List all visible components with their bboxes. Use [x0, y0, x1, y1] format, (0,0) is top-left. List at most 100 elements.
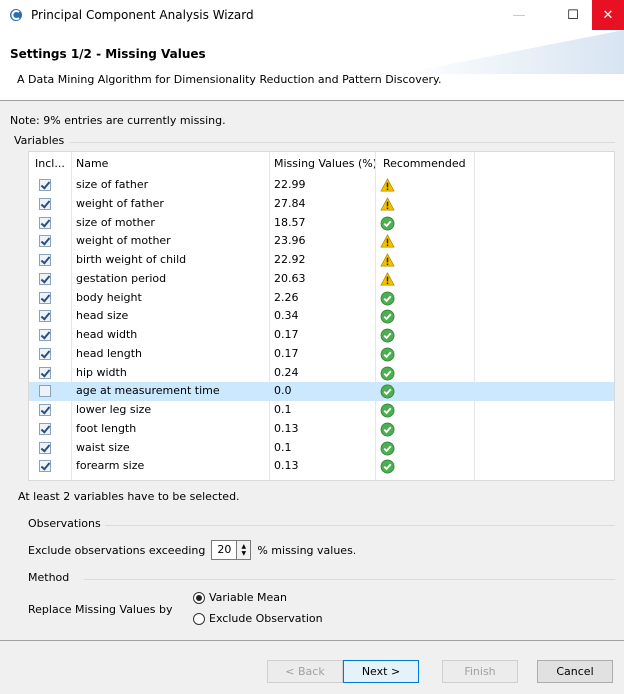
missing-percent: 0.1 [274, 403, 292, 416]
variable-name: size of mother [76, 215, 155, 229]
recommended-cell [378, 214, 418, 233]
radio-exclude-observation[interactable]: Exclude Observation [193, 612, 323, 625]
check-ok-icon [380, 441, 395, 455]
include-cell [29, 439, 73, 458]
table-row[interactable]: birth weight of child 22.92 [29, 251, 614, 270]
table-row[interactable]: head width 0.17 [29, 326, 614, 345]
recommended-cell [378, 176, 418, 195]
close-icon: ✕ [602, 7, 614, 23]
warning-icon [380, 234, 395, 248]
recommended-cell [378, 232, 418, 251]
include-cell [29, 326, 73, 345]
missing-percent: 0.17 [274, 346, 299, 360]
include-checkbox[interactable] [39, 197, 51, 210]
include-checkbox[interactable] [39, 422, 51, 435]
table-row[interactable]: foot length 0.13 [29, 420, 614, 439]
next-button[interactable]: Next > [343, 660, 419, 683]
recommended-cell [378, 251, 418, 270]
recommended-cell [378, 270, 418, 289]
threshold-value[interactable]: 20 [212, 541, 236, 559]
table-row[interactable]: weight of mother 23.96 [29, 232, 614, 251]
warning-icon [380, 178, 395, 192]
missing-percent: 0.34 [274, 309, 299, 323]
include-checkbox[interactable] [39, 179, 51, 191]
selection-hint: At least 2 variables have to be selected… [18, 490, 240, 503]
spinner-down-icon[interactable]: ▼ [242, 550, 247, 557]
wizard-header: Settings 1/2 - Missing Values A Data Min… [0, 30, 624, 100]
table-row[interactable]: forearm size 0.13 [29, 457, 614, 476]
table-row[interactable]: size of father 22.99 [29, 176, 614, 195]
variable-name: foot length [76, 421, 137, 435]
observations-group-title: Observations [28, 517, 101, 530]
table-row[interactable]: lower leg size 0.1 [29, 401, 614, 420]
variable-name: birth weight of child [76, 253, 187, 266]
footer-divider [0, 640, 624, 641]
close-button[interactable]: ✕ [592, 0, 624, 30]
missing-percent: 27.84 [274, 196, 306, 210]
check-ok-icon [380, 403, 395, 418]
missing-percent: 0.0 [274, 384, 292, 398]
include-checkbox[interactable] [39, 310, 51, 323]
include-cell [29, 176, 73, 195]
include-checkbox[interactable] [39, 254, 51, 266]
column-header-incl[interactable]: Incl... [35, 152, 79, 176]
recommended-cell [378, 457, 418, 476]
include-checkbox[interactable] [39, 329, 51, 341]
back-button[interactable]: < Back [267, 660, 343, 683]
include-checkbox[interactable] [39, 216, 51, 229]
include-checkbox[interactable] [39, 347, 51, 360]
table-row[interactable]: head size 0.34 [29, 307, 614, 326]
table-row[interactable]: body height 2.26 [29, 289, 614, 308]
column-header-missing[interactable]: Missing Values (%) [274, 152, 377, 176]
check-ok-icon [380, 291, 395, 305]
include-checkbox[interactable] [39, 272, 51, 285]
include-cell [29, 457, 73, 476]
column-header-recommended[interactable]: Recommended [383, 152, 466, 176]
recommended-cell [378, 439, 418, 458]
method-group-title: Method [28, 571, 70, 584]
include-checkbox[interactable] [39, 441, 51, 454]
radio-button[interactable] [193, 612, 205, 625]
missing-note: Note: 9% entries are currently missing. [10, 114, 226, 127]
variable-name: head width [76, 328, 138, 341]
column-header-name[interactable]: Name [76, 152, 276, 176]
include-checkbox[interactable] [39, 235, 51, 248]
table-row[interactable]: hip width 0.24 [29, 364, 614, 383]
recommended-cell [378, 307, 418, 326]
include-checkbox[interactable] [39, 366, 51, 379]
include-checkbox[interactable] [39, 460, 51, 473]
variables-table[interactable]: Incl... Name Missing Values (%) Recommen… [28, 151, 615, 481]
include-checkbox[interactable] [39, 404, 51, 416]
table-row[interactable]: size of mother 18.57 [29, 214, 614, 233]
radio-button[interactable] [193, 591, 205, 604]
include-checkbox[interactable] [39, 291, 51, 304]
radio-variable-mean[interactable]: Variable Mean [193, 591, 287, 604]
table-row[interactable]: head length 0.17 [29, 345, 614, 364]
variable-name: hip width [76, 365, 127, 379]
table-row[interactable]: weight of father 27.84 [29, 195, 614, 214]
spinner-up-icon[interactable]: ▲ [242, 543, 247, 550]
radio-label[interactable]: Variable Mean [209, 591, 287, 604]
table-row[interactable]: gestation period 20.63 [29, 270, 614, 289]
include-checkbox[interactable] [39, 385, 51, 398]
missing-percent: 23.96 [274, 234, 306, 248]
variable-name: head length [76, 346, 143, 360]
variable-name: lower leg size [76, 403, 152, 416]
table-row[interactable]: age at measurement time 0.0 [29, 382, 614, 401]
cancel-button[interactable]: Cancel [537, 660, 613, 683]
radio-label[interactable]: Exclude Observation [209, 612, 323, 625]
variable-name: body height [76, 290, 142, 304]
recommended-cell [378, 195, 418, 214]
recommended-cell [378, 382, 418, 401]
threshold-spinner[interactable]: 20 ▲ ▼ [211, 540, 252, 560]
recommended-cell [378, 401, 418, 420]
table-row[interactable]: waist size 0.1 [29, 439, 614, 458]
finish-button[interactable]: Finish [442, 660, 518, 683]
include-cell [29, 401, 73, 420]
spinner-arrows[interactable]: ▲ ▼ [236, 541, 251, 559]
missing-percent: 22.99 [274, 178, 306, 191]
maximize-button[interactable]: ☐ [550, 0, 596, 30]
minimize-icon: — [512, 7, 526, 23]
maximize-icon: ☐ [567, 7, 579, 23]
minimize-button[interactable]: — [496, 0, 542, 30]
